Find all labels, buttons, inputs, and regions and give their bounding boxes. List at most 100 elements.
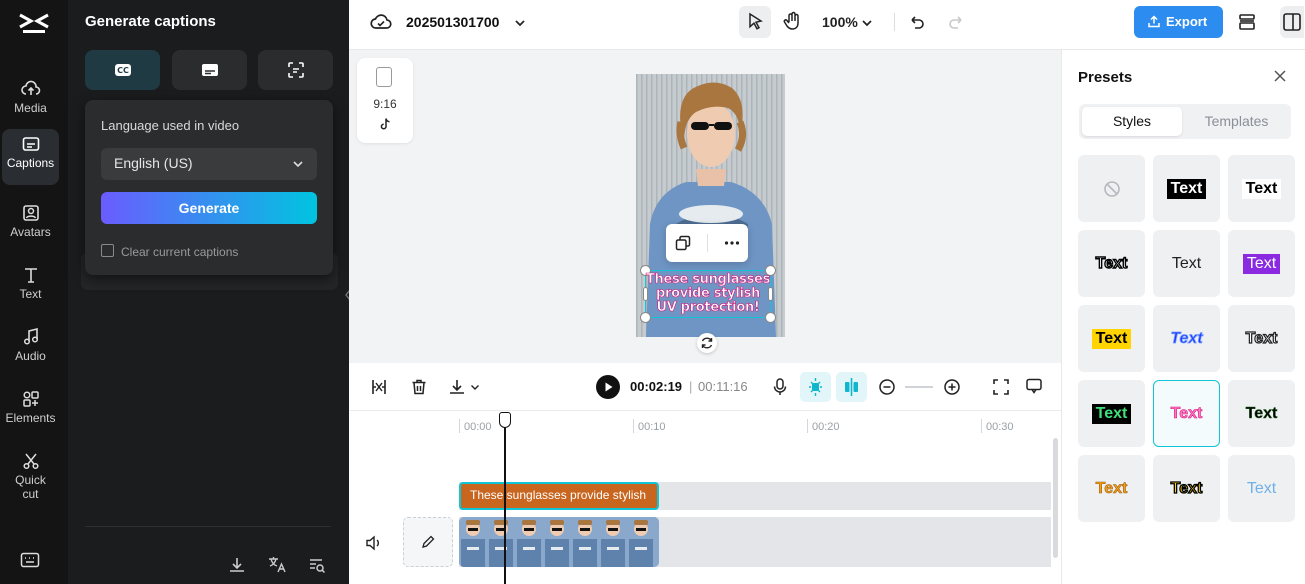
ruler-tick	[633, 419, 634, 433]
style-preset[interactable]: Text	[1078, 305, 1145, 372]
language-select[interactable]: English (US)	[101, 148, 317, 180]
rail-item-media[interactable]: Media	[2, 74, 59, 130]
play-button[interactable]	[596, 375, 620, 399]
scissors-icon	[22, 453, 39, 470]
style-preset[interactable]: Text	[1228, 455, 1295, 522]
caption-text[interactable]: These sunglasses provide stylish UV prot…	[645, 272, 771, 315]
rail-item-audio[interactable]: Audio	[2, 322, 59, 378]
cloud-sync-icon[interactable]	[370, 12, 392, 37]
chevron-down-icon[interactable]	[514, 16, 526, 34]
align-button[interactable]	[836, 372, 867, 402]
chevron-down-icon[interactable]	[470, 382, 480, 392]
text-icon	[24, 268, 37, 283]
chevron-down-icon[interactable]	[861, 16, 873, 34]
translate-icon[interactable]	[267, 555, 287, 578]
ruler-label: 00:10	[638, 421, 666, 433]
clear-captions-label: Clear current captions	[121, 245, 239, 259]
style-preset-selected[interactable]: Text	[1153, 380, 1220, 447]
tab-templates[interactable]: Templates	[1185, 107, 1288, 136]
style-sample: Text	[1091, 328, 1132, 349]
layout-toggle-button[interactable]	[1280, 6, 1304, 38]
capcut-logo[interactable]	[17, 11, 51, 35]
rail-item-captions[interactable]: Captions	[2, 129, 59, 185]
rotate-handle[interactable]	[697, 333, 717, 353]
rail-label: Captions	[6, 156, 55, 170]
caption-clip[interactable]: These sunglasses provide stylish	[459, 482, 659, 510]
rail-label: Elements	[5, 411, 56, 425]
auto-snap-button[interactable]	[800, 372, 831, 402]
microphone-icon[interactable]	[771, 377, 789, 397]
fullscreen-icon[interactable]	[992, 378, 1010, 396]
more-icon[interactable]	[723, 234, 741, 252]
download-icon[interactable]	[448, 378, 466, 396]
edit-icon	[422, 535, 435, 548]
download-icon[interactable]	[228, 556, 246, 579]
sidebar-icon	[1283, 13, 1301, 31]
select-tool-button[interactable]	[739, 6, 771, 38]
toolbar-divider	[894, 13, 895, 31]
play-icon	[605, 382, 613, 392]
presets-panel: Presets Styles Templates Text Text Text …	[1061, 50, 1305, 584]
ruler-label: 00:20	[812, 421, 840, 433]
playhead[interactable]	[504, 421, 506, 584]
tab-styles[interactable]: Styles	[1082, 107, 1182, 136]
cover-edit-button[interactable]	[403, 517, 453, 567]
volume-icon[interactable]	[365, 535, 383, 556]
timeline-scrollbar[interactable]	[1053, 438, 1058, 558]
duplicate-icon[interactable]	[674, 234, 692, 252]
style-preset[interactable]: Text	[1078, 455, 1145, 522]
language-popover: Language used in video English (US) Gene…	[85, 100, 333, 275]
zoom-slider[interactable]	[905, 386, 933, 388]
rail-item-quick-cut[interactable]: Quick cut	[2, 446, 59, 508]
style-preset[interactable]: Text	[1153, 155, 1220, 222]
detect-captions-tab[interactable]	[258, 50, 333, 90]
style-preset[interactable]: Text	[1228, 155, 1295, 222]
video-clip[interactable]	[459, 517, 659, 567]
undo-icon[interactable]	[908, 13, 926, 36]
playhead-handle[interactable]	[499, 412, 511, 428]
caption-search-icon[interactable]	[308, 556, 326, 579]
presets-tabs: Styles Templates	[1079, 104, 1291, 139]
export-button[interactable]: Export	[1134, 6, 1223, 38]
generate-button[interactable]: Generate	[101, 192, 317, 224]
zoom-level[interactable]: 100%	[822, 14, 858, 30]
style-preset[interactable]: Text	[1153, 455, 1220, 522]
upload-icon	[1148, 15, 1160, 28]
rail-item-text[interactable]: Text	[2, 260, 59, 316]
style-sample: Text	[1171, 254, 1202, 272]
style-preset[interactable]: Text	[1228, 305, 1295, 372]
style-none[interactable]	[1078, 155, 1145, 222]
style-preset[interactable]: Text	[1228, 380, 1295, 447]
keyboard-icon[interactable]	[20, 551, 40, 574]
style-preset[interactable]: Text	[1153, 305, 1220, 372]
rail-item-elements[interactable]: Elements	[2, 384, 59, 440]
rotate-icon	[701, 337, 713, 349]
rail-item-avatars[interactable]: Avatars	[2, 198, 59, 254]
zoom-in-icon[interactable]	[943, 378, 961, 396]
clear-captions-checkbox[interactable]	[101, 244, 114, 257]
style-preset[interactable]: Text	[1228, 230, 1295, 297]
feedback-icon[interactable]	[1025, 377, 1043, 395]
delete-icon[interactable]	[410, 378, 428, 396]
style-sample: Text	[1170, 479, 1203, 497]
close-icon[interactable]	[1273, 69, 1287, 88]
style-sample: Text	[1166, 178, 1207, 199]
video-thumbnails	[459, 517, 659, 567]
total-time: 00:11:16	[698, 379, 748, 394]
zoom-out-icon[interactable]	[878, 378, 896, 396]
style-preset[interactable]: Text	[1078, 230, 1145, 297]
style-preset[interactable]: Text	[1078, 380, 1145, 447]
hand-tool-button[interactable]	[777, 6, 809, 38]
manual-captions-tab[interactable]	[172, 50, 247, 90]
auto-captions-tab[interactable]: CC	[85, 50, 160, 90]
aspect-ratio-card[interactable]: 9:16	[357, 58, 413, 143]
style-preset[interactable]: Text	[1153, 230, 1220, 297]
ruler-label: 00:00	[464, 421, 492, 433]
style-sample: Text	[1245, 329, 1278, 347]
split-icon[interactable]	[370, 378, 388, 396]
layers-icon[interactable]	[1237, 12, 1257, 37]
caption-clip-text: These sunglasses provide stylish	[470, 488, 647, 502]
project-name[interactable]: 202501301700	[406, 14, 499, 30]
style-sample: Text	[1091, 403, 1132, 424]
redo-icon[interactable]	[947, 13, 965, 36]
